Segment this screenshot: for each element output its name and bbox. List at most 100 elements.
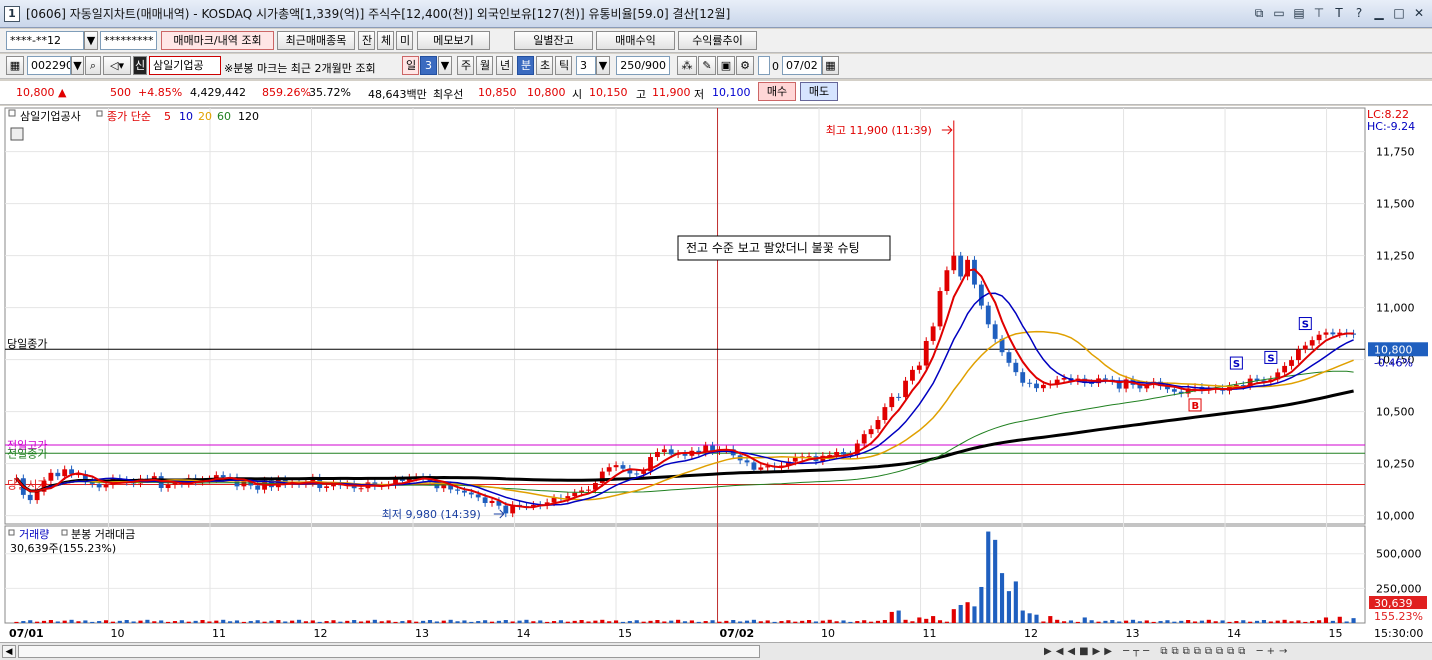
save-icon[interactable]: ▣ [717, 56, 735, 75]
period-dropdown-icon[interactable]: ▼ [438, 56, 452, 75]
x-tick-label: 07/02 [720, 627, 755, 640]
help-icon[interactable]: ? [1352, 5, 1366, 21]
restore-icon[interactable]: ▭ [1272, 5, 1286, 21]
indicator-icon[interactable]: ⁂ [677, 56, 697, 75]
scroll-thumb[interactable] [18, 645, 760, 658]
trade-profit-button[interactable]: 매매수익 [596, 31, 675, 50]
text-icon[interactable]: T [1332, 5, 1346, 21]
legend-ma120: 120 [238, 110, 259, 123]
sound-icon[interactable]: ◁▾ [103, 56, 131, 75]
pin-icon[interactable]: ⊤ [1312, 5, 1326, 21]
window-title: [0606] 자동일지차트(매매내역) - KOSDAQ 시가총액[1,339(… [26, 7, 731, 21]
calendar-icon[interactable]: ▦ [822, 56, 839, 75]
chart-svg[interactable]: 당일종가전일고가전일종가당일시가 11,75011,50011,25011,00… [0, 106, 1432, 644]
gear-icon[interactable]: ⚙ [736, 56, 754, 75]
draw-tool-icon[interactable]: ✎ [698, 56, 716, 75]
candle-body [1296, 349, 1301, 361]
grid-toggle-icon[interactable] [10, 127, 24, 141]
return-trend-button[interactable]: 수익률추이 [678, 31, 757, 50]
volume-current-tag-text: 30,639 [1374, 597, 1413, 610]
search-icon[interactable]: ⌕ [85, 56, 101, 75]
volume-bar [607, 621, 612, 623]
code-dropdown-icon[interactable]: ▼ [71, 56, 84, 75]
period-number[interactable]: 3 [420, 56, 437, 75]
layout-icon[interactable]: ▦ [6, 56, 24, 75]
date-checkbox[interactable] [758, 56, 770, 75]
chart-scrollbar[interactable]: ◀ ▶◀◀■▶▶ ─┬─ ⧉⧉⧉⧉⧉⧉⧉⧉ ─+→ [0, 642, 1432, 660]
candle-body [489, 500, 495, 503]
y-tick-label: 10,000 [1376, 510, 1415, 523]
maximize-icon[interactable]: □ [1392, 5, 1406, 21]
buy-button[interactable]: 매수 [758, 82, 796, 101]
candle-body [751, 462, 757, 470]
volume-bar [1254, 620, 1260, 623]
volume-bar [924, 618, 929, 623]
price-chart[interactable]: 당일종가 전일고가 전일종가 당일시가 11,750 11,500 11,250 11,00… [0, 106, 1432, 644]
period-day-button[interactable]: 일 [402, 56, 419, 75]
tick-button[interactable]: 틱 [555, 56, 572, 75]
chart-toolbar: ▦ 002290 ▼ ⌕ ◁▾ 신 삼일기업공 ※분봉 마크는 최근 2개월만 … [0, 54, 1432, 79]
date-input[interactable]: 07/02 [782, 56, 822, 75]
mi-button[interactable]: 미 [396, 31, 413, 50]
minute-button[interactable]: 분 [517, 56, 534, 75]
second-button[interactable]: 초 [536, 56, 553, 75]
amount-legend-icon [61, 529, 68, 536]
print-icon[interactable]: ▤ [1292, 5, 1306, 21]
volume-bar [179, 620, 184, 623]
volume-bar [731, 620, 736, 623]
volume-bar [338, 621, 343, 623]
trade-mark-query-button[interactable]: 매매마크/내역 조회 [161, 31, 274, 50]
volume-bar [641, 621, 646, 623]
candle-body [220, 475, 226, 478]
volume-bar [744, 620, 750, 623]
volume-bar [352, 620, 357, 623]
week-button[interactable]: 주 [457, 56, 474, 75]
legend-ma5: 5 [164, 110, 171, 123]
volume-bar [834, 621, 839, 623]
account-dropdown-icon[interactable]: ▼ [84, 31, 98, 50]
password-input[interactable]: ********* [100, 31, 157, 50]
candle-body [241, 481, 247, 487]
volume-bar [710, 620, 715, 623]
amount-legend: 분봉 거래대금 [71, 528, 135, 541]
volume-bar [90, 621, 95, 623]
interval-input[interactable]: 3 [576, 56, 596, 75]
candle-body [641, 471, 647, 474]
candle-body [468, 492, 474, 495]
high-marker-label: 최고 11,900 (11:39) [826, 124, 932, 137]
volume-bar [427, 620, 433, 623]
volume-bar [724, 620, 729, 623]
volume: 4,429,442 [190, 86, 246, 99]
zoom-controls[interactable]: ▶◀◀■▶▶ ─┬─ ⧉⧉⧉⧉⧉⧉⧉⧉ ─+→ [1044, 645, 1424, 658]
volume-bar [97, 621, 102, 623]
che-button[interactable]: 체 [377, 31, 394, 50]
account-input[interactable]: ****-**12 [6, 31, 84, 50]
memo-view-button[interactable]: 메모보기 [417, 31, 490, 50]
month-button[interactable]: 월 [476, 56, 493, 75]
current-change-text: -0.46% [1374, 356, 1413, 369]
jan-button[interactable]: 잔 [358, 31, 375, 50]
high-label: 고 [636, 88, 647, 101]
interval-dropdown-icon[interactable]: ▼ [596, 56, 610, 75]
close-icon[interactable]: ✕ [1412, 5, 1426, 21]
candle-body [916, 365, 922, 370]
daily-balance-button[interactable]: 일별잔고 [514, 31, 593, 50]
sell-button[interactable]: 매도 [800, 82, 838, 101]
volume-bar [145, 619, 150, 623]
y-tick-label: 11,250 [1376, 250, 1415, 263]
candle-body [951, 255, 957, 271]
volume-bar [489, 621, 495, 623]
stock-code-input[interactable]: 002290 [27, 56, 71, 75]
link-icon[interactable]: ⧉ [1252, 5, 1266, 21]
volume-bar [1220, 620, 1225, 623]
candle-body [34, 491, 40, 501]
candle-body [1040, 384, 1046, 389]
recent-trades-button[interactable]: 최근매매종목 [277, 31, 355, 50]
annotation-text: 전고 수준 보고 팔았더니 불꽃 슈팅 [686, 241, 860, 255]
year-button[interactable]: 년 [496, 56, 513, 75]
candle-body [1316, 334, 1322, 341]
data-count-input[interactable]: 250/900 [616, 56, 670, 75]
scroll-left-icon[interactable]: ◀ [2, 645, 16, 658]
volume-bar [1213, 621, 1218, 623]
minimize-icon[interactable]: ▁ [1372, 5, 1386, 21]
